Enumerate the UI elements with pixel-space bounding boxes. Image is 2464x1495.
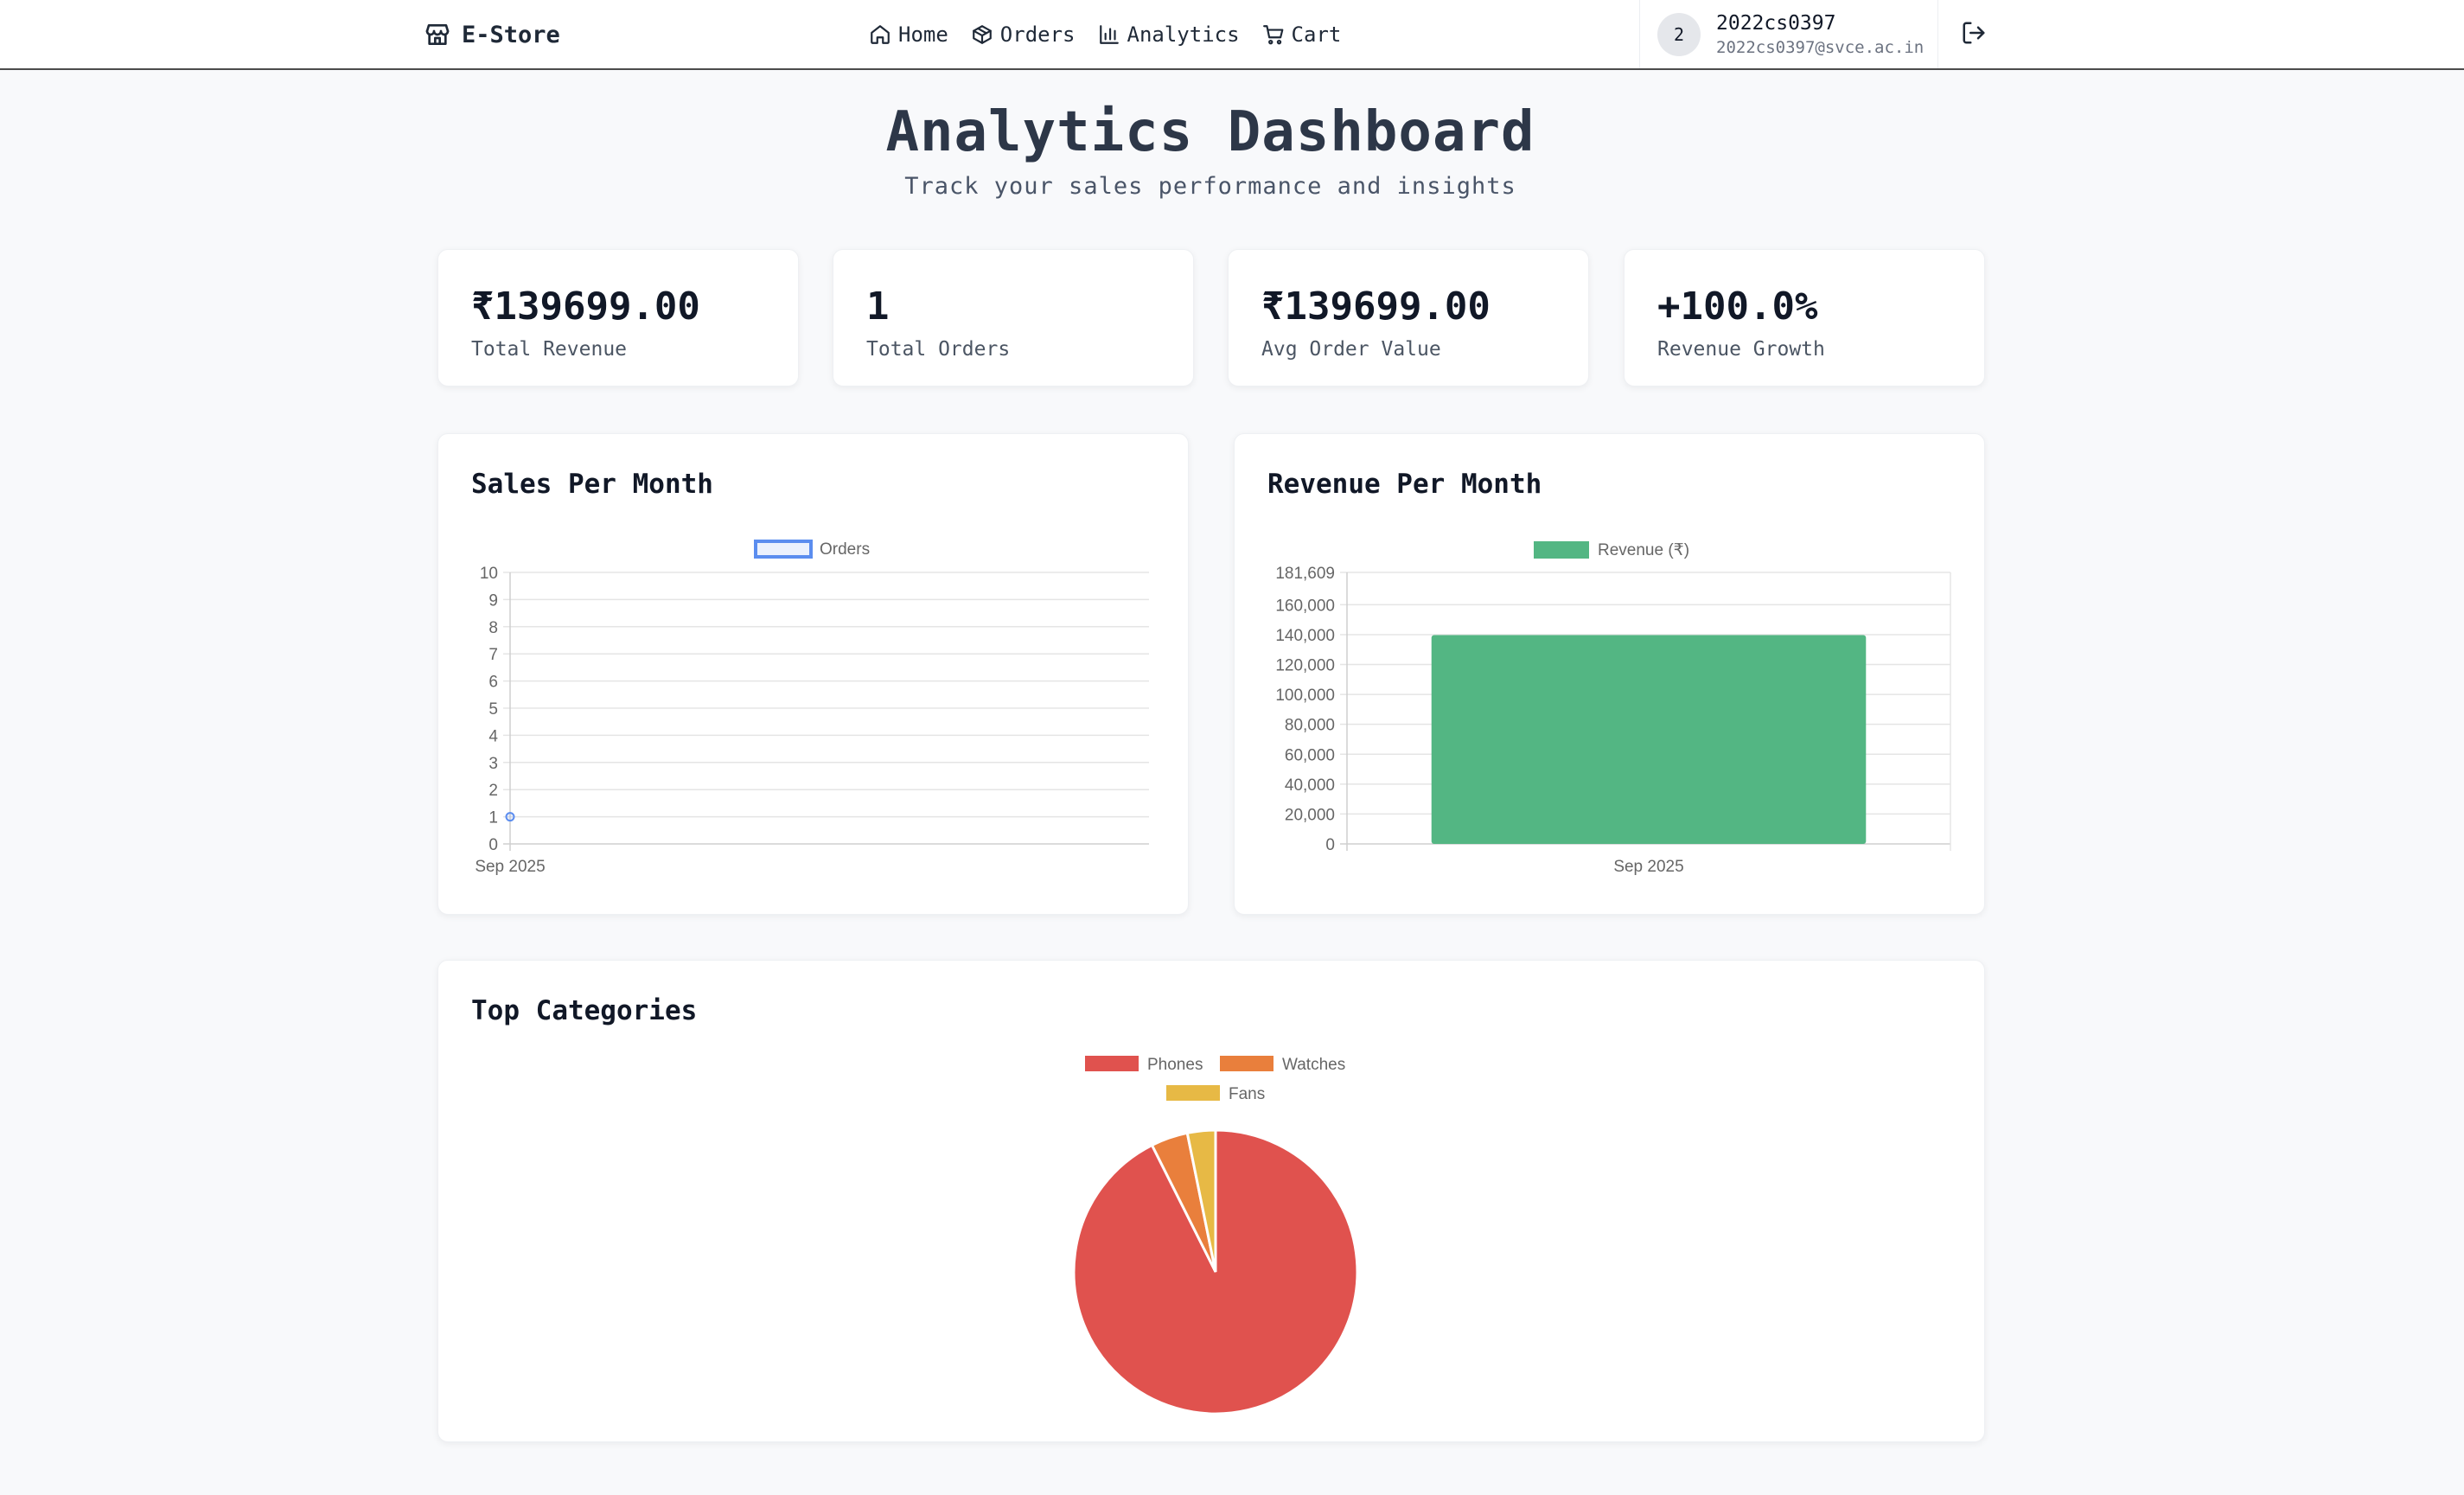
user-profile[interactable]: 2 2022cs0397 2022cs0397@svce.ac.in (1639, 0, 1938, 68)
y-tick-label: 4 (488, 727, 498, 745)
y-tick-label: 10 (480, 565, 498, 583)
stat-value: ₹139699.00 (471, 284, 700, 329)
categories-pie-chart: Phones Watches Fans (1072, 1056, 1359, 1415)
user-email: 2022cs0397@svce.ac.in (1716, 37, 1925, 57)
x-tick-label: Sep 2025 (475, 858, 545, 876)
legend-swatch-orders (754, 540, 813, 559)
y-tick-label: 3 (488, 755, 498, 773)
stat-label: Avg Order Value (1261, 338, 1441, 361)
stat-label: Revenue Growth (1657, 338, 1825, 361)
box-icon (972, 25, 992, 44)
y-tick-label: 140,000 (1275, 627, 1335, 645)
nav-home-label: Home (898, 22, 948, 47)
legend-swatch-watches (1220, 1056, 1273, 1071)
x-tick-label: Sep 2025 (1613, 858, 1683, 876)
nav-home[interactable]: Home (869, 22, 948, 47)
legend-swatch-revenue (1534, 541, 1589, 559)
user-name: 2022cs0397 (1716, 11, 1836, 35)
stat-value: ₹139699.00 (1261, 284, 1491, 329)
bar-revenue (1431, 635, 1867, 844)
sales-line-chart: Orders 0 1 2 3 4 5 6 7 8 9 10 Sep 2025 (475, 540, 1149, 876)
y-tick-label: 120,000 (1275, 657, 1335, 675)
y-tick-label: 160,000 (1275, 597, 1335, 615)
top-navbar: E-Store Home Orders Analytics Cart 2 202… (0, 0, 2464, 70)
y-tick-label: 181,609 (1275, 565, 1335, 583)
stat-card-avg-order-value: ₹139699.00 Avg Order Value (1228, 249, 1589, 387)
y-tick-label: 1 (488, 809, 498, 827)
y-tick-label: 8 (488, 619, 498, 637)
y-tick-label: 9 (488, 591, 498, 610)
y-tick-label: 80,000 (1285, 717, 1335, 735)
cart-icon (1262, 25, 1283, 45)
logout-button[interactable] (1961, 20, 1988, 48)
sales-per-month-card: Sales Per Month Orders 0 1 2 3 4 5 6 7 8 9 10 Sep 20… (437, 433, 1189, 915)
stat-card-total-revenue: ₹139699.00 Total Revenue (437, 249, 799, 387)
y-tick-label: 100,000 (1275, 687, 1335, 705)
stat-card-revenue-growth: +100.0% Revenue Growth (1624, 249, 1985, 387)
y-tick-label: 7 (488, 646, 498, 664)
store-icon (425, 24, 450, 45)
top-categories-card: Top Categories Phones Watches Fans (437, 960, 1985, 1442)
legend-label-fans: Fans (1229, 1085, 1265, 1103)
revenue-bar-chart: Revenue (₹) 0 20,000 40,000 60,000 80,000 100,… (1275, 541, 1951, 876)
logout-icon (1963, 22, 1985, 44)
page-title: Analytics Dashboard (885, 100, 1535, 164)
nav-orders[interactable]: Orders (971, 22, 1076, 47)
y-tick-label: 2 (488, 782, 498, 800)
y-tick-label: 40,000 (1285, 776, 1335, 795)
nav-cart[interactable]: Cart (1262, 22, 1342, 47)
brand-name: E-Store (462, 21, 560, 48)
stat-value: +100.0% (1657, 284, 1818, 329)
y-tick-label: 60,000 (1285, 746, 1335, 764)
nav-links: Home Orders Analytics Cart (869, 17, 1341, 52)
data-point-orders (505, 812, 515, 822)
stat-card-total-orders: 1 Total Orders (833, 249, 1194, 387)
legend-swatch-fans (1166, 1085, 1220, 1101)
avatar: 2 (1657, 12, 1701, 56)
bar-chart-icon (1099, 25, 1119, 44)
legend-label-phones: Phones (1147, 1056, 1203, 1074)
home-icon (871, 25, 890, 44)
legend-label-revenue: Revenue (₹) (1598, 541, 1689, 559)
page-subtitle: Track your sales performance and insight… (904, 173, 1516, 200)
stat-label: Total Revenue (471, 338, 628, 361)
y-tick-label: 0 (488, 836, 498, 854)
nav-orders-label: Orders (999, 22, 1076, 47)
nav-analytics[interactable]: Analytics (1098, 22, 1240, 47)
nav-analytics-label: Analytics (1127, 22, 1240, 47)
y-tick-label: 0 (1325, 836, 1335, 854)
brand-logo[interactable]: E-Store (424, 17, 560, 52)
revenue-per-month-card: Revenue Per Month Revenue (₹) 0 20,000 40,0… (1234, 433, 1985, 915)
y-tick-label: 6 (488, 674, 498, 692)
legend-swatch-phones (1085, 1056, 1139, 1071)
stat-label: Total Orders (866, 338, 1011, 361)
y-tick-label: 20,000 (1285, 806, 1335, 824)
user-info: 2022cs0397 2022cs0397@svce.ac.in (1716, 12, 1924, 57)
nav-cart-label: Cart (1291, 22, 1342, 47)
legend-label-watches: Watches (1282, 1056, 1345, 1074)
stat-value: 1 (866, 284, 890, 329)
y-tick-label: 5 (488, 700, 498, 719)
legend-label-orders: Orders (820, 540, 870, 559)
